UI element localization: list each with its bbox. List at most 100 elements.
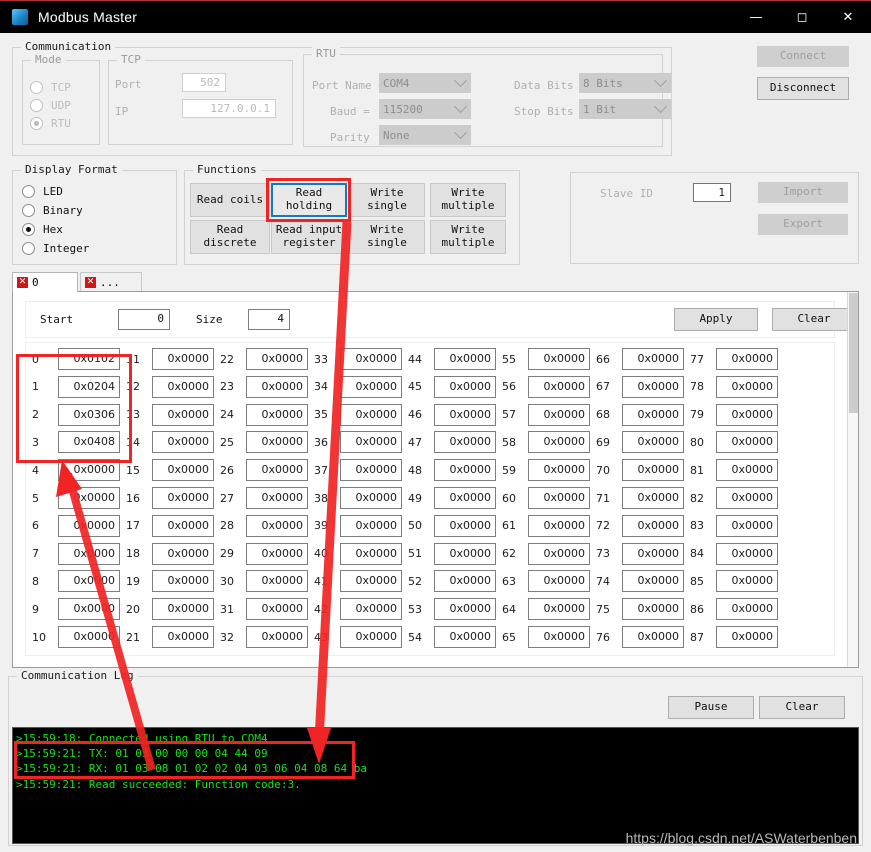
register-value-input[interactable]: 0x0000 [622,375,684,398]
import-button[interactable]: Import [758,182,848,203]
close-icon[interactable]: ✕ [17,277,28,288]
register-value-input[interactable]: 0x0000 [528,487,590,509]
register-value-input[interactable]: 0x0000 [716,598,778,621]
register-value-input[interactable]: 0x0000 [340,542,402,565]
register-value-input[interactable]: 0x0000 [58,626,120,648]
register-value-input[interactable]: 0x0000 [246,487,308,509]
register-value-input[interactable]: 0x0000 [152,514,214,537]
minimize-button[interactable]: — [733,1,779,34]
register-value-input[interactable]: 0x0000 [152,348,214,370]
radio-format-integer[interactable]: Integer [22,242,89,255]
register-value-input[interactable]: 0x0000 [528,598,590,621]
tcp-ip-input[interactable]: 127.0.0.1 [182,99,276,118]
tab-0[interactable]: ✕ 0 [12,272,78,292]
register-value-input[interactable]: 0x0000 [340,570,402,593]
register-value-input[interactable]: 0x0000 [528,459,590,482]
function-button-write-multiple-2[interactable]: Write multiple [430,220,506,254]
register-value-input[interactable]: 0x0000 [622,542,684,565]
function-button-write-single-1[interactable]: Write single [349,183,425,217]
scrollbar-thumb[interactable] [849,293,858,413]
register-value-input[interactable]: 0x0000 [246,375,308,398]
function-button-read-input-register[interactable]: Read input register [271,220,347,254]
log-console[interactable]: >15:59:18: Connected using RTU to COM4 >… [12,727,859,844]
register-value-input[interactable]: 0x0000 [58,487,120,509]
register-value-input[interactable]: 0x0000 [58,542,120,565]
register-value-input[interactable]: 0x0000 [152,403,214,426]
register-value-input[interactable]: 0x0000 [246,514,308,537]
rtu-port-name-select[interactable]: COM4 [379,73,471,93]
register-value-input[interactable]: 0x0000 [528,626,590,648]
register-value-input[interactable]: 0x0000 [246,570,308,593]
function-button-read-discrete[interactable]: Read discrete [190,220,270,254]
radio-format-binary[interactable]: Binary [22,204,83,217]
function-button-write-multiple-1[interactable]: Write multiple [430,183,506,217]
register-value-input[interactable]: 0x0000 [622,403,684,426]
register-value-input[interactable]: 0x0000 [340,598,402,621]
register-value-input[interactable]: 0x0000 [152,431,214,454]
register-value-input[interactable]: 0x0000 [58,570,120,593]
register-value-input[interactable]: 0x0000 [434,375,496,398]
register-value-input[interactable]: 0x0000 [340,431,402,454]
register-value-input[interactable]: 0x0000 [340,375,402,398]
connect-button[interactable]: Connect [757,46,849,67]
register-value-input[interactable]: 0x0000 [622,459,684,482]
register-value-input[interactable]: 0x0000 [340,514,402,537]
disconnect-button[interactable]: Disconnect [757,77,849,100]
slave-id-input[interactable]: 1 [693,183,731,202]
register-value-input[interactable]: 0x0000 [246,431,308,454]
register-value-input[interactable]: 0x0000 [528,570,590,593]
register-value-input[interactable]: 0x0000 [434,459,496,482]
register-value-input[interactable]: 0x0000 [622,431,684,454]
register-value-input[interactable]: 0x0000 [622,514,684,537]
register-value-input[interactable]: 0x0000 [716,570,778,593]
rtu-baud-select[interactable]: 115200 [379,99,471,119]
register-value-input[interactable]: 0x0000 [434,348,496,370]
register-value-input[interactable]: 0x0000 [246,626,308,648]
register-value-input[interactable]: 0x0306 [58,403,120,426]
register-value-input[interactable]: 0x0000 [716,626,778,648]
register-value-input[interactable]: 0x0000 [246,598,308,621]
register-value-input[interactable]: 0x0000 [434,487,496,509]
radio-format-hex[interactable]: Hex [22,223,63,236]
register-value-input[interactable]: 0x0000 [152,375,214,398]
export-button[interactable]: Export [758,214,848,235]
register-value-input[interactable]: 0x0000 [340,459,402,482]
maximize-button[interactable]: ◻ [779,1,825,34]
rtu-parity-select[interactable]: None [379,125,471,145]
function-button-read-coils[interactable]: Read coils [190,183,270,217]
register-value-input[interactable]: 0x0000 [246,348,308,370]
register-value-input[interactable]: 0x0000 [716,431,778,454]
register-value-input[interactable]: 0x0000 [340,487,402,509]
register-value-input[interactable]: 0x0000 [716,459,778,482]
tab-more[interactable]: ✕ ... [80,272,142,292]
register-value-input[interactable]: 0x0000 [152,542,214,565]
register-value-input[interactable]: 0x0000 [528,542,590,565]
rtu-stop-bits-select[interactable]: 1 Bit [579,99,671,119]
register-value-input[interactable]: 0x0000 [622,487,684,509]
register-value-input[interactable]: 0x0000 [246,459,308,482]
register-value-input[interactable]: 0x0000 [58,459,120,482]
register-value-input[interactable]: 0x0000 [528,431,590,454]
function-button-read-holding[interactable]: Read holding [271,183,347,217]
register-value-input[interactable]: 0x0000 [152,459,214,482]
tcp-port-input[interactable]: 502 [182,73,226,92]
register-value-input[interactable]: 0x0000 [716,403,778,426]
close-icon[interactable]: ✕ [85,277,96,288]
pause-log-button[interactable]: Pause [668,696,754,719]
vertical-scrollbar[interactable] [847,292,858,667]
register-value-input[interactable]: 0x0000 [246,403,308,426]
radio-format-led[interactable]: LED [22,185,63,198]
register-value-input[interactable]: 0x0000 [528,348,590,370]
register-value-input[interactable]: 0x0000 [58,514,120,537]
register-value-input[interactable]: 0x0000 [152,598,214,621]
register-value-input[interactable]: 0x0408 [58,431,120,454]
register-value-input[interactable]: 0x0102 [58,348,120,370]
register-value-input[interactable]: 0x0000 [434,542,496,565]
register-value-input[interactable]: 0x0000 [716,487,778,509]
register-value-input[interactable]: 0x0000 [434,626,496,648]
register-value-input[interactable]: 0x0000 [434,570,496,593]
radio-mode-rtu[interactable]: RTU [30,117,71,130]
size-input[interactable]: 4 [248,309,290,330]
close-icon[interactable]: ✕ [825,1,871,34]
function-button-write-single-2[interactable]: Write single [349,220,425,254]
